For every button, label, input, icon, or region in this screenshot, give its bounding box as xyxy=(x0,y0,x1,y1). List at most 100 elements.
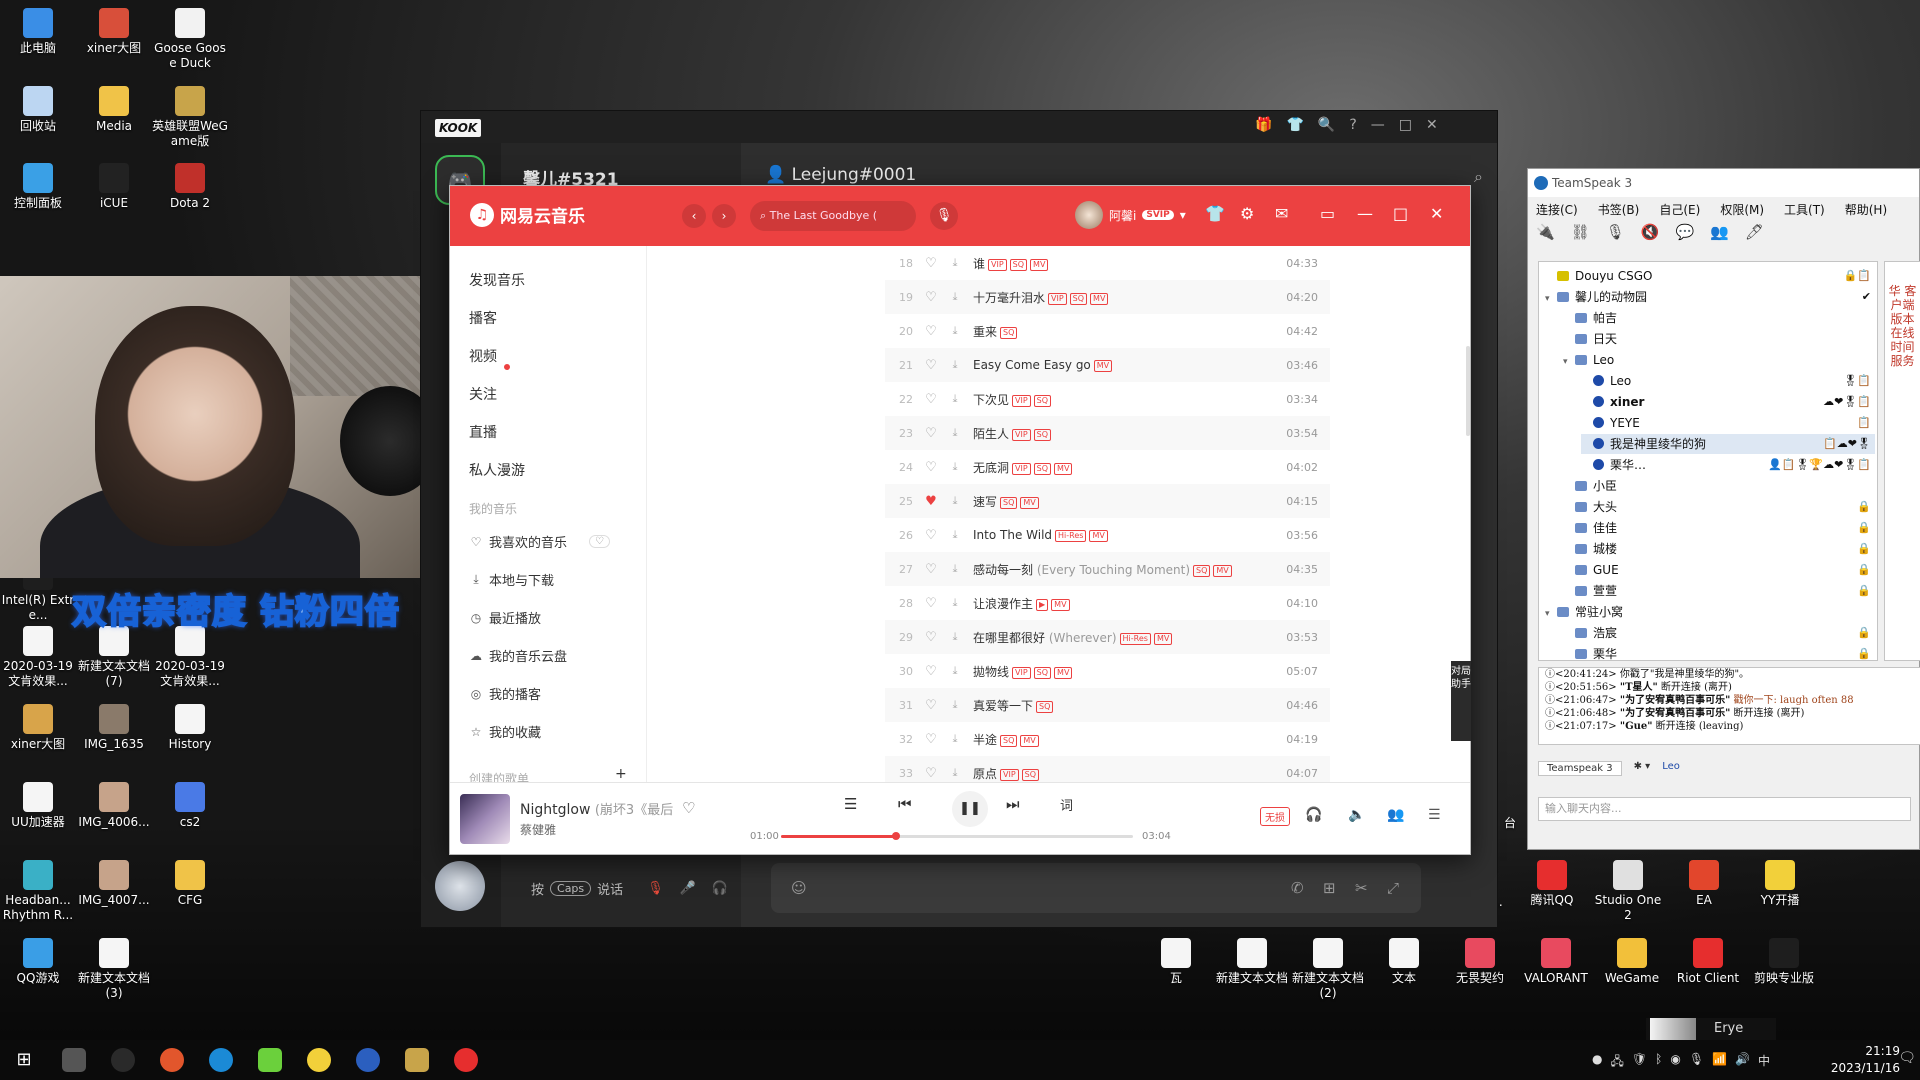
desktop-icon[interactable]: Media xyxy=(76,86,152,134)
tree-channel[interactable]: 佳佳 🔒 xyxy=(1563,518,1875,538)
like-heart-icon[interactable]: ♡ xyxy=(919,460,943,475)
desktop-icon[interactable]: 腾讯QQ xyxy=(1514,860,1590,908)
gear-icon[interactable]: ⚙ xyxy=(1240,204,1254,223)
connect-icon[interactable]: 🔌 xyxy=(1536,223,1555,241)
tab-leo[interactable]: Leo xyxy=(1662,761,1680,776)
my-music-item[interactable]: ☁ 我的音乐云盘 xyxy=(469,646,567,666)
sound-effect-icon[interactable]: 🎧 xyxy=(1305,807,1322,823)
tray-ime-label[interactable]: 中 xyxy=(1758,1052,1770,1073)
kook-help-icon[interactable]: ? xyxy=(1349,117,1356,133)
desktop-icon[interactable]: IMG_4006... xyxy=(76,782,152,830)
track-list-scrollbar[interactable] xyxy=(1466,346,1470,436)
taskbar-lol-icon[interactable] xyxy=(405,1048,429,1072)
like-heart-icon[interactable]: ♥ xyxy=(919,494,943,509)
desktop-icon[interactable]: EA xyxy=(1666,860,1742,908)
like-heart-icon[interactable]: ♡ xyxy=(919,358,943,373)
tree-channel[interactable]: ▾ 馨儿的动物园 ✔ xyxy=(1545,287,1875,307)
notification-toast[interactable]: Erye xyxy=(1646,1018,1776,1040)
kook-mic-icon[interactable]: 🎤 xyxy=(680,881,696,896)
close-icon[interactable]: ✕ xyxy=(1430,204,1443,223)
taskbar-netease-icon[interactable] xyxy=(454,1048,478,1072)
sidebar-item[interactable]: 视频 xyxy=(469,346,497,366)
play-mode-icon[interactable]: ☰ xyxy=(844,795,857,813)
desktop-icon[interactable]: 英雄联盟WeGame版 xyxy=(152,86,228,149)
start-windows-icon[interactable]: ⊞ xyxy=(12,1048,36,1072)
ts-menu-item[interactable]: 帮助(H) xyxy=(1845,201,1887,218)
track-tag-badge[interactable]: MV xyxy=(1213,564,1232,577)
desktop-icon[interactable]: 无畏契约 xyxy=(1442,938,1518,986)
desktop-icon[interactable]: 新建文本文档 (7) xyxy=(76,626,152,689)
like-heart-icon[interactable]: ♡ xyxy=(919,596,943,611)
like-heart-icon[interactable]: ♡ xyxy=(919,324,943,339)
my-music-item[interactable]: ◎ 我的播客 xyxy=(469,684,541,704)
skin-icon[interactable]: 👕 xyxy=(1205,204,1225,223)
ts-menu-item[interactable]: 权限(M) xyxy=(1720,201,1764,218)
kook-user-avatar[interactable] xyxy=(435,861,485,911)
download-icon[interactable]: ⤓ xyxy=(943,766,967,780)
download-icon[interactable]: ⤓ xyxy=(943,494,967,508)
taskbar-app-icon[interactable] xyxy=(62,1048,86,1072)
next-track-icon[interactable]: ⏭ xyxy=(1006,795,1020,813)
my-music-item[interactable]: ◷ 最近播放 xyxy=(469,608,541,628)
table-row[interactable]: 31 ♡ ⤓ 真爱等一下 SQ 04:46 xyxy=(885,688,1330,722)
tree-channel[interactable]: 萱萱 🔒 xyxy=(1563,581,1875,601)
listen-together-icon[interactable]: 👥 xyxy=(1387,807,1404,823)
tree-channel[interactable]: 城楼 🔒 xyxy=(1563,539,1875,559)
table-row[interactable]: 23 ♡ ⤓ 陌生人 VIP SQ 03:54 xyxy=(885,416,1330,450)
tab-channel-icon[interactable]: ✱ ▾ xyxy=(1634,761,1651,776)
sidebar-item[interactable]: 直播 xyxy=(469,422,497,442)
tree-user[interactable]: Leo 🎖📋 xyxy=(1581,371,1875,391)
desktop-icon[interactable]: Goose Goose Duck xyxy=(152,8,228,71)
mute-speaker-icon[interactable]: 🔇 xyxy=(1641,223,1660,241)
like-heart-icon[interactable]: ♡ xyxy=(919,766,943,781)
taskbar-ring-icon[interactable] xyxy=(307,1048,331,1072)
kook-maximize-icon[interactable]: □ xyxy=(1399,117,1412,133)
taskbar-browser-icon[interactable] xyxy=(160,1048,184,1072)
sidebar-item[interactable]: 发现音乐 xyxy=(469,270,525,290)
track-tag-badge[interactable]: MV xyxy=(1090,292,1109,305)
track-tag-badge[interactable]: MV xyxy=(1020,496,1039,509)
desktop-icon[interactable]: Dota 2 xyxy=(152,163,228,211)
playlist-icon[interactable]: ☰ xyxy=(1428,807,1441,823)
sidebar-item[interactable]: 私人漫游 xyxy=(469,460,525,480)
desktop-icon[interactable]: IMG_1635 xyxy=(76,704,152,752)
desktop-icon[interactable]: 2020-03-19 文肯效果... xyxy=(0,626,76,689)
download-icon[interactable]: ⤓ xyxy=(943,290,967,304)
desktop-icon[interactable]: Studio One 2 xyxy=(1590,860,1666,923)
add-playlist-icon[interactable]: + xyxy=(615,766,627,782)
chevron-down-icon[interactable]: ▾ xyxy=(1545,289,1557,309)
tree-channel[interactable]: 帕吉 xyxy=(1563,308,1875,328)
like-heart-icon[interactable]: ♡ xyxy=(919,732,943,747)
table-row[interactable]: 30 ♡ ⤓ 拋物线 VIP SQ MV 05:07 xyxy=(885,654,1330,688)
log-user[interactable]: "为了安宥真鸭百事可乐" xyxy=(1620,708,1730,719)
like-heart-icon[interactable]: ♡ xyxy=(919,528,943,543)
tree-channel[interactable]: 浩宸 🔒 xyxy=(1563,623,1875,643)
maximize-icon[interactable]: □ xyxy=(1393,204,1408,223)
heartbeat-mode-icon[interactable]: ♡ xyxy=(589,535,610,548)
kook-headset-icon[interactable]: 🎧 xyxy=(712,881,728,896)
back-button[interactable]: ‹ xyxy=(682,204,706,228)
desktop-icon[interactable]: 控制面板 xyxy=(0,163,76,211)
desktop-icon[interactable]: iCUE xyxy=(76,163,152,211)
table-row[interactable]: 19 ♡ ⤓ 十万毫升泪水 VIP SQ MV 04:20 xyxy=(885,280,1330,314)
like-heart-icon[interactable]: ♡ xyxy=(919,562,943,577)
desktop-icon[interactable]: YY开播 xyxy=(1742,860,1818,908)
download-icon[interactable]: ⤓ xyxy=(943,732,967,746)
like-heart-icon[interactable]: ♡ xyxy=(919,630,943,645)
track-tag-badge[interactable]: MV xyxy=(1051,598,1070,611)
volume-icon[interactable]: 🔈 xyxy=(1348,807,1365,823)
download-icon[interactable]: ⤓ xyxy=(943,324,967,338)
download-icon[interactable]: ⤓ xyxy=(943,630,967,644)
track-tag-badge[interactable]: MV xyxy=(1054,666,1073,679)
user-profile[interactable]: 阿馨i SVIP ▾ xyxy=(1075,201,1186,229)
tree-channel[interactable]: ▾ Leo xyxy=(1563,350,1875,370)
desktop-icon[interactable]: IMG_4007... xyxy=(76,860,152,908)
desktop-icon[interactable]: 瓦 xyxy=(1138,938,1214,986)
table-row[interactable]: 29 ♡ ⤓ 在哪里都很好 (Wherever) Hi-Res MV 03:53 xyxy=(885,620,1330,654)
desktop-icon[interactable]: VALORANT xyxy=(1518,938,1594,986)
my-music-item[interactable]: ♡ 我喜欢的音乐 ♡ xyxy=(469,532,610,551)
download-icon[interactable]: ⤓ xyxy=(943,460,967,474)
table-row[interactable]: 28 ♡ ⤓ 让浪漫作主 ▶ MV 04:10 xyxy=(885,586,1330,620)
away-icon[interactable]: 💬 xyxy=(1675,223,1694,241)
like-heart-icon[interactable]: ♡ xyxy=(919,256,943,271)
